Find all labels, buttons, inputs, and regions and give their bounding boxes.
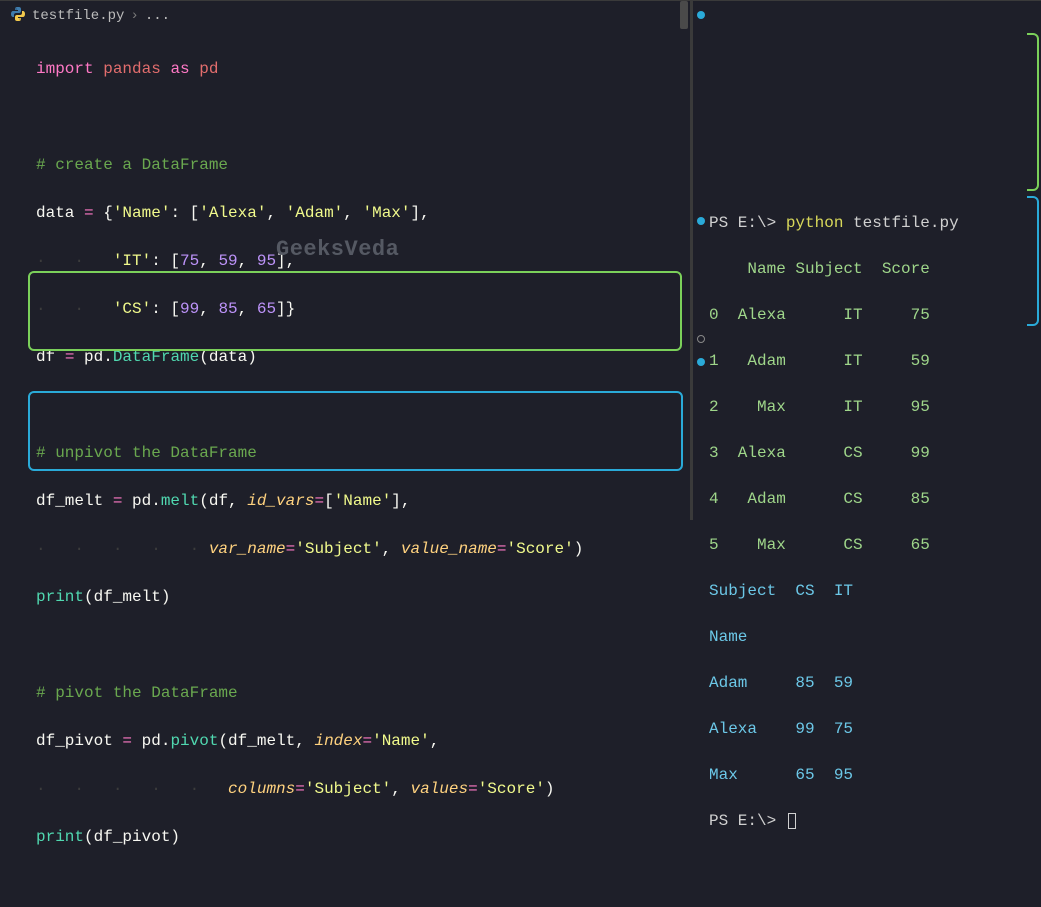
code-line[interactable]: · · · · · columns='Subject', values='Sco…: [36, 777, 680, 801]
code-line[interactable]: · · · · · var_name='Subject', value_name…: [36, 537, 680, 561]
terminal-cursor: [788, 813, 796, 829]
terminal-output-line: 1 Adam IT 59: [709, 350, 1035, 373]
code-area[interactable]: import pandas as pd # create a DataFrame…: [0, 31, 690, 907]
code-line[interactable]: print(df_melt): [36, 585, 680, 609]
breadcrumb-separator: ›: [130, 8, 138, 24]
terminal-line[interactable]: PS E:\> python testfile.py: [709, 212, 1035, 235]
terminal-output-line: Alexa 99 75: [709, 718, 1035, 741]
code-line[interactable]: # unpivot the DataFrame: [36, 441, 680, 465]
terminal-line[interactable]: PS E:\>: [709, 810, 1035, 833]
terminal-output-line: 0 Alexa IT 75: [709, 304, 1035, 327]
scrollbar-thumb[interactable]: [680, 1, 688, 29]
terminal-output-line: 5 Max CS 65: [709, 534, 1035, 557]
code-line[interactable]: [36, 105, 680, 129]
code-line[interactable]: # pivot the DataFrame: [36, 681, 680, 705]
gutter-dot-icon: [697, 11, 705, 19]
terminal-output-line: 3 Alexa CS 99: [709, 442, 1035, 465]
code-line[interactable]: import pandas as pd: [36, 57, 680, 81]
output-brace-green: [1027, 33, 1039, 191]
terminal-output-line: Name Subject Score: [709, 258, 1035, 281]
terminal-output-line: Adam 85 59: [709, 672, 1035, 695]
gutter-dot-icon: [697, 358, 705, 366]
breadcrumb-more[interactable]: ...: [145, 8, 170, 24]
code-line[interactable]: df_melt = pd.melt(df, id_vars=['Name'],: [36, 489, 680, 513]
code-line[interactable]: # create a DataFrame: [36, 153, 680, 177]
code-line[interactable]: df = pd.DataFrame(data): [36, 345, 680, 369]
terminal-pane[interactable]: PS E:\> python testfile.py Name Subject …: [690, 0, 1041, 520]
code-line[interactable]: [36, 633, 680, 657]
code-editor-pane[interactable]: testfile.py › ... import pandas as pd # …: [0, 0, 690, 520]
code-line[interactable]: [36, 393, 680, 417]
code-line[interactable]: · · 'CS': [99, 85, 65]}: [36, 297, 680, 321]
terminal-output-line: Max 65 95: [709, 764, 1035, 787]
code-line[interactable]: print(df_pivot): [36, 825, 680, 849]
terminal-output-line: 4 Adam CS 85: [709, 488, 1035, 511]
gutter-circle-icon: [697, 335, 705, 343]
code-line[interactable]: data = {'Name': ['Alexa', 'Adam', 'Max']…: [36, 201, 680, 225]
editor-scrollbar[interactable]: [679, 1, 689, 520]
code-line[interactable]: · · 'IT': [75, 59, 95],: [36, 249, 680, 273]
breadcrumb[interactable]: testfile.py › ...: [0, 1, 690, 31]
terminal-output-line: Name: [709, 626, 1035, 649]
terminal-output-line: Subject CS IT: [709, 580, 1035, 603]
terminal-output-line: 2 Max IT 95: [709, 396, 1035, 419]
breadcrumb-filename[interactable]: testfile.py: [32, 8, 124, 24]
python-file-icon: [10, 6, 26, 27]
gutter-dot-icon: [697, 217, 705, 225]
code-line[interactable]: df_pivot = pd.pivot(df_melt, index='Name…: [36, 729, 680, 753]
output-brace-cyan: [1027, 196, 1039, 326]
